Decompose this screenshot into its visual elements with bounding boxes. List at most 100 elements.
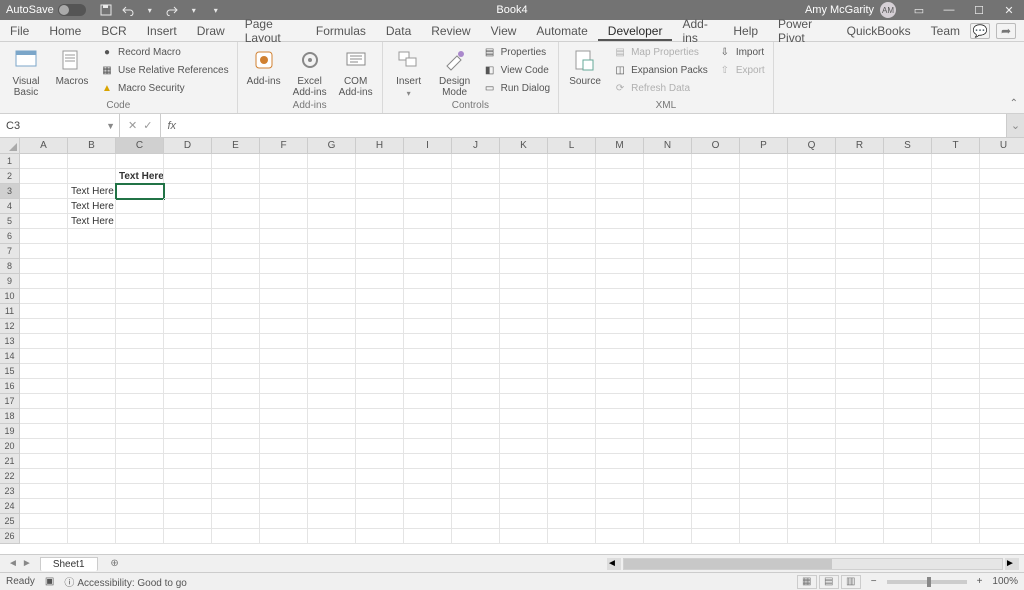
cell-U4[interactable]: [980, 199, 1024, 214]
cell-E6[interactable]: [212, 229, 260, 244]
cell-D19[interactable]: [164, 424, 212, 439]
cell-I19[interactable]: [404, 424, 452, 439]
cell-A16[interactable]: [20, 379, 68, 394]
cell-R15[interactable]: [836, 364, 884, 379]
cell-M18[interactable]: [596, 409, 644, 424]
excel-addins-button[interactable]: Excel Add-ins: [290, 44, 330, 98]
cell-J17[interactable]: [452, 394, 500, 409]
cell-C16[interactable]: [116, 379, 164, 394]
cell-U10[interactable]: [980, 289, 1024, 304]
cell-P4[interactable]: [740, 199, 788, 214]
cell-C19[interactable]: [116, 424, 164, 439]
cell-E14[interactable]: [212, 349, 260, 364]
cell-O2[interactable]: [692, 169, 740, 184]
cell-L26[interactable]: [548, 529, 596, 544]
cell-B12[interactable]: [68, 319, 116, 334]
cell-C26[interactable]: [116, 529, 164, 544]
cell-K10[interactable]: [500, 289, 548, 304]
cell-R16[interactable]: [836, 379, 884, 394]
cell-J3[interactable]: [452, 184, 500, 199]
row-header-15[interactable]: 15: [0, 364, 20, 379]
select-all-button[interactable]: [0, 138, 20, 153]
cell-U13[interactable]: [980, 334, 1024, 349]
cell-M7[interactable]: [596, 244, 644, 259]
cell-U20[interactable]: [980, 439, 1024, 454]
cell-P22[interactable]: [740, 469, 788, 484]
cell-D5[interactable]: [164, 214, 212, 229]
sheet-prev-icon[interactable]: ◄: [8, 558, 18, 569]
cell-R19[interactable]: [836, 424, 884, 439]
cell-M21[interactable]: [596, 454, 644, 469]
cell-O7[interactable]: [692, 244, 740, 259]
cell-I21[interactable]: [404, 454, 452, 469]
cell-S5[interactable]: [884, 214, 932, 229]
cell-K7[interactable]: [500, 244, 548, 259]
cell-M25[interactable]: [596, 514, 644, 529]
cell-O15[interactable]: [692, 364, 740, 379]
tab-data[interactable]: Data: [376, 21, 421, 41]
cell-O24[interactable]: [692, 499, 740, 514]
cell-A7[interactable]: [20, 244, 68, 259]
cell-K26[interactable]: [500, 529, 548, 544]
cell-F21[interactable]: [260, 454, 308, 469]
zoom-slider[interactable]: [887, 580, 967, 584]
insert-control-button[interactable]: Insert ▾: [389, 44, 429, 98]
cell-B5[interactable]: Text Here: [68, 214, 116, 229]
cell-S7[interactable]: [884, 244, 932, 259]
cell-G10[interactable]: [308, 289, 356, 304]
cell-A21[interactable]: [20, 454, 68, 469]
cell-U18[interactable]: [980, 409, 1024, 424]
cell-N11[interactable]: [644, 304, 692, 319]
col-header-O[interactable]: O: [692, 138, 740, 153]
cell-R12[interactable]: [836, 319, 884, 334]
cell-L13[interactable]: [548, 334, 596, 349]
cell-J8[interactable]: [452, 259, 500, 274]
cell-G19[interactable]: [308, 424, 356, 439]
cell-M19[interactable]: [596, 424, 644, 439]
cell-T24[interactable]: [932, 499, 980, 514]
undo-icon[interactable]: [120, 2, 136, 18]
cell-N18[interactable]: [644, 409, 692, 424]
cell-J14[interactable]: [452, 349, 500, 364]
cell-K2[interactable]: [500, 169, 548, 184]
cell-D25[interactable]: [164, 514, 212, 529]
cell-G21[interactable]: [308, 454, 356, 469]
cell-N23[interactable]: [644, 484, 692, 499]
cell-I14[interactable]: [404, 349, 452, 364]
row-header-13[interactable]: 13: [0, 334, 20, 349]
cell-P10[interactable]: [740, 289, 788, 304]
cell-J18[interactable]: [452, 409, 500, 424]
cell-T12[interactable]: [932, 319, 980, 334]
cell-O25[interactable]: [692, 514, 740, 529]
cell-F19[interactable]: [260, 424, 308, 439]
cell-F12[interactable]: [260, 319, 308, 334]
cell-L2[interactable]: [548, 169, 596, 184]
cell-S13[interactable]: [884, 334, 932, 349]
cell-F13[interactable]: [260, 334, 308, 349]
cell-J12[interactable]: [452, 319, 500, 334]
cell-E25[interactable]: [212, 514, 260, 529]
cell-Q16[interactable]: [788, 379, 836, 394]
cell-G26[interactable]: [308, 529, 356, 544]
cell-R6[interactable]: [836, 229, 884, 244]
cell-M22[interactable]: [596, 469, 644, 484]
cell-P12[interactable]: [740, 319, 788, 334]
cell-Q14[interactable]: [788, 349, 836, 364]
cell-B20[interactable]: [68, 439, 116, 454]
cell-M17[interactable]: [596, 394, 644, 409]
cell-H25[interactable]: [356, 514, 404, 529]
cell-R4[interactable]: [836, 199, 884, 214]
cell-E12[interactable]: [212, 319, 260, 334]
cell-N4[interactable]: [644, 199, 692, 214]
cell-R1[interactable]: [836, 154, 884, 169]
cell-H16[interactable]: [356, 379, 404, 394]
cell-T14[interactable]: [932, 349, 980, 364]
cell-F8[interactable]: [260, 259, 308, 274]
cell-F4[interactable]: [260, 199, 308, 214]
cell-T13[interactable]: [932, 334, 980, 349]
cell-G6[interactable]: [308, 229, 356, 244]
cell-H23[interactable]: [356, 484, 404, 499]
cell-A24[interactable]: [20, 499, 68, 514]
cell-J1[interactable]: [452, 154, 500, 169]
cell-E19[interactable]: [212, 424, 260, 439]
